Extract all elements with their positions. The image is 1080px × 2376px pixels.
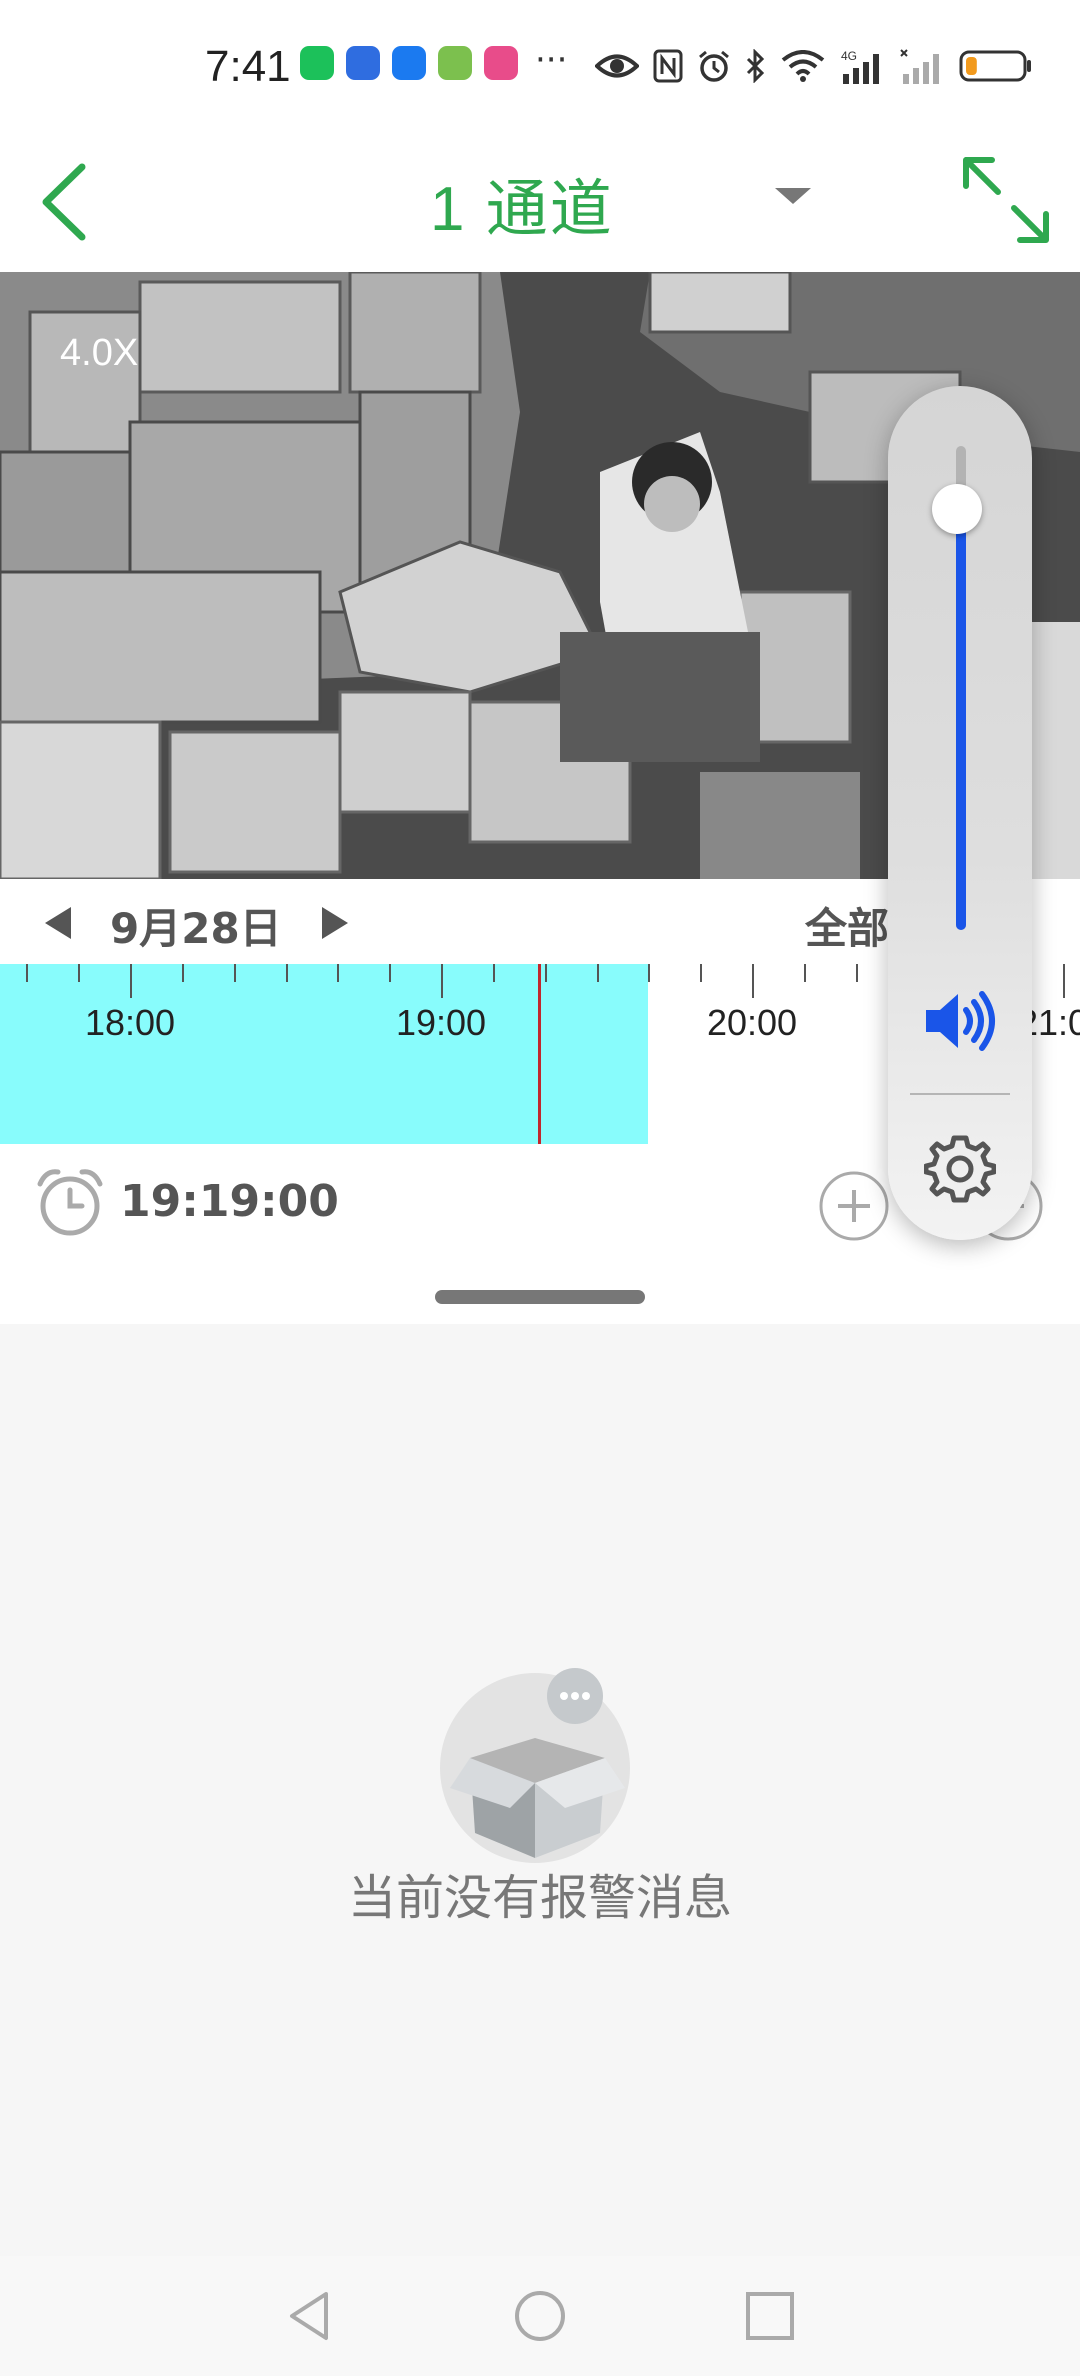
timeline-label: 18:00 (84, 1002, 176, 1043)
timeline-label: 19:00 (395, 1002, 487, 1043)
volume-popup (888, 386, 1032, 1240)
zoom-in-icon[interactable] (818, 1170, 890, 1242)
status-bar: 7:41 ··· 4G (0, 0, 1080, 130)
nfc-icon (653, 49, 683, 83)
gallery-app-icon (484, 46, 518, 80)
timeline-tick (700, 964, 703, 982)
status-app-icons (300, 46, 518, 80)
alipay-icon (392, 46, 426, 80)
no-alarm-message: 当前没有报警消息 (347, 1870, 732, 1926)
zoom-level: 4.0X (60, 332, 139, 374)
svg-text:4G: 4G (841, 49, 857, 63)
timeline-tick (648, 964, 651, 982)
timeline-tick (181, 964, 184, 982)
timeline-tick (803, 964, 806, 982)
timeline-label: 20:00 (706, 1002, 798, 1043)
timeline-tick (492, 964, 495, 982)
signal-4g-icon: 4G (841, 49, 879, 84)
eye-icon (595, 54, 639, 78)
popup-divider (910, 1093, 1010, 1095)
current-playback-time: 19:19:00 (120, 1176, 339, 1227)
system-nav-bar (0, 2256, 1080, 2376)
empty-box-icon (440, 1668, 630, 1863)
wifi-icon (781, 50, 825, 82)
channel-title[interactable]: 1 通道 (430, 158, 614, 248)
nav-back-icon[interactable] (282, 2288, 338, 2344)
fullscreen-icon[interactable] (958, 152, 1054, 248)
speaker-volume-icon[interactable] (922, 986, 998, 1056)
alarm-clock-icon[interactable] (34, 1166, 106, 1238)
timeline-tick (26, 964, 29, 982)
volume-slider-thumb[interactable] (932, 483, 982, 534)
battery-icon (959, 50, 1031, 82)
nav-recent-icon[interactable] (742, 2288, 798, 2344)
top-bar: 1 通道 (0, 130, 1080, 272)
timeline-tick (441, 964, 443, 998)
signal-icon (900, 49, 939, 84)
previous-day-icon[interactable] (45, 907, 71, 939)
timeline-tick (752, 964, 754, 998)
system-status-icons: 4G (595, 48, 1033, 84)
next-day-icon[interactable] (322, 907, 348, 939)
gear-icon[interactable] (924, 1132, 996, 1204)
timeline-tick (855, 964, 858, 982)
timeline-tick (233, 964, 236, 982)
recording-segment[interactable] (0, 964, 649, 1144)
timeline-tick (544, 964, 547, 982)
bluetooth-icon (746, 49, 765, 83)
timeline-tick (285, 964, 288, 982)
timeline-tick (130, 964, 132, 998)
playhead-cursor[interactable] (538, 964, 542, 1144)
status-time: 7:41 (205, 42, 291, 91)
channel-dropdown-caret-icon[interactable] (775, 188, 811, 204)
volume-slider-fill (956, 508, 966, 930)
drag-handle[interactable] (435, 1290, 645, 1304)
wechat-icon (300, 46, 334, 80)
current-date[interactable]: 9月28日 (110, 895, 282, 956)
more-notifications-icon: ··· (535, 40, 568, 80)
timeline-tick (78, 964, 81, 982)
browser-icon (346, 46, 380, 80)
timeline-tick (596, 964, 599, 982)
alarm-icon (699, 50, 729, 82)
event-filter[interactable]: 全部 (805, 895, 889, 956)
nav-home-icon[interactable] (512, 2288, 568, 2344)
leaf-app-icon (438, 46, 472, 80)
back-arrow-icon[interactable] (30, 155, 120, 245)
timeline-tick (1063, 964, 1065, 998)
timeline-tick (337, 964, 340, 982)
timeline-tick (389, 964, 392, 982)
